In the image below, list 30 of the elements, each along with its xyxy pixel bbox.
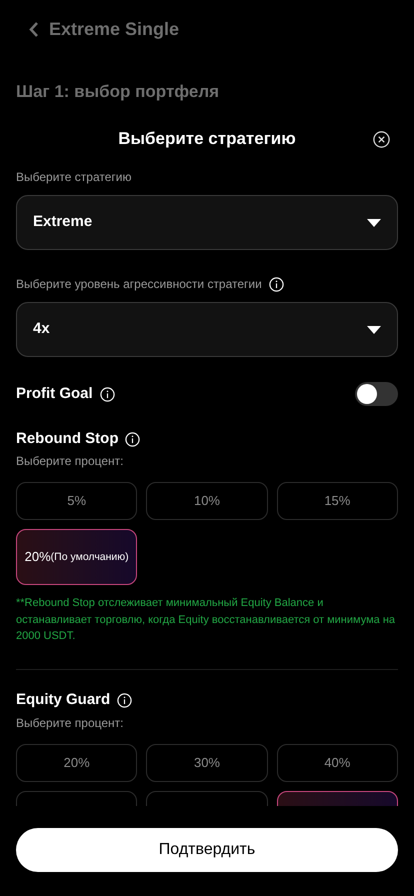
section-title: Rebound Stop [16, 428, 118, 449]
back-icon[interactable] [28, 20, 39, 38]
select-field[interactable]: 4x [16, 302, 398, 357]
close-icon[interactable] [373, 131, 390, 148]
section-title: Profit Goal [16, 384, 93, 404]
select-field[interactable]: Extreme [16, 195, 398, 250]
dropdown-icon [367, 326, 381, 334]
option-button[interactable]: 15% [276, 482, 398, 520]
info-icon[interactable] [100, 386, 115, 402]
option-button[interactable]: 5% [16, 482, 138, 520]
info-icon[interactable] [268, 276, 284, 292]
field-label: Выберите процент: [16, 453, 124, 469]
option-button[interactable]: 40% [276, 744, 398, 782]
option-button[interactable]: 20%(По умолчанию) [16, 529, 138, 585]
option-button[interactable]: 20% [16, 744, 138, 782]
dropdown-icon [367, 218, 381, 226]
field-label: Выберите стратегию [16, 169, 132, 185]
info-icon[interactable] [117, 693, 132, 708]
option-button[interactable]: 30% [146, 744, 268, 782]
note-text: **Rebound Stop отслеживает минимальный Equity Balance и останавливает торговлю, когда Equity восстанавливается от минимума на 2000 USDT. [16, 596, 396, 644]
page-title: Extreme Single [49, 18, 180, 41]
modal-title: Выберите стратегию [118, 128, 296, 150]
section-title: Equity Guard [16, 690, 110, 710]
toggle-switch[interactable] [355, 382, 398, 406]
step-title: Шаг 1: выбор портфеля [16, 81, 220, 103]
confirm-button[interactable]: Подтвердить [16, 828, 398, 872]
option-button[interactable]: 10% [146, 482, 268, 520]
field-label: Выберите процент: [16, 714, 124, 730]
field-label: Выберите уровень агрессивности стратегии [16, 276, 262, 292]
info-icon[interactable] [125, 432, 140, 446]
